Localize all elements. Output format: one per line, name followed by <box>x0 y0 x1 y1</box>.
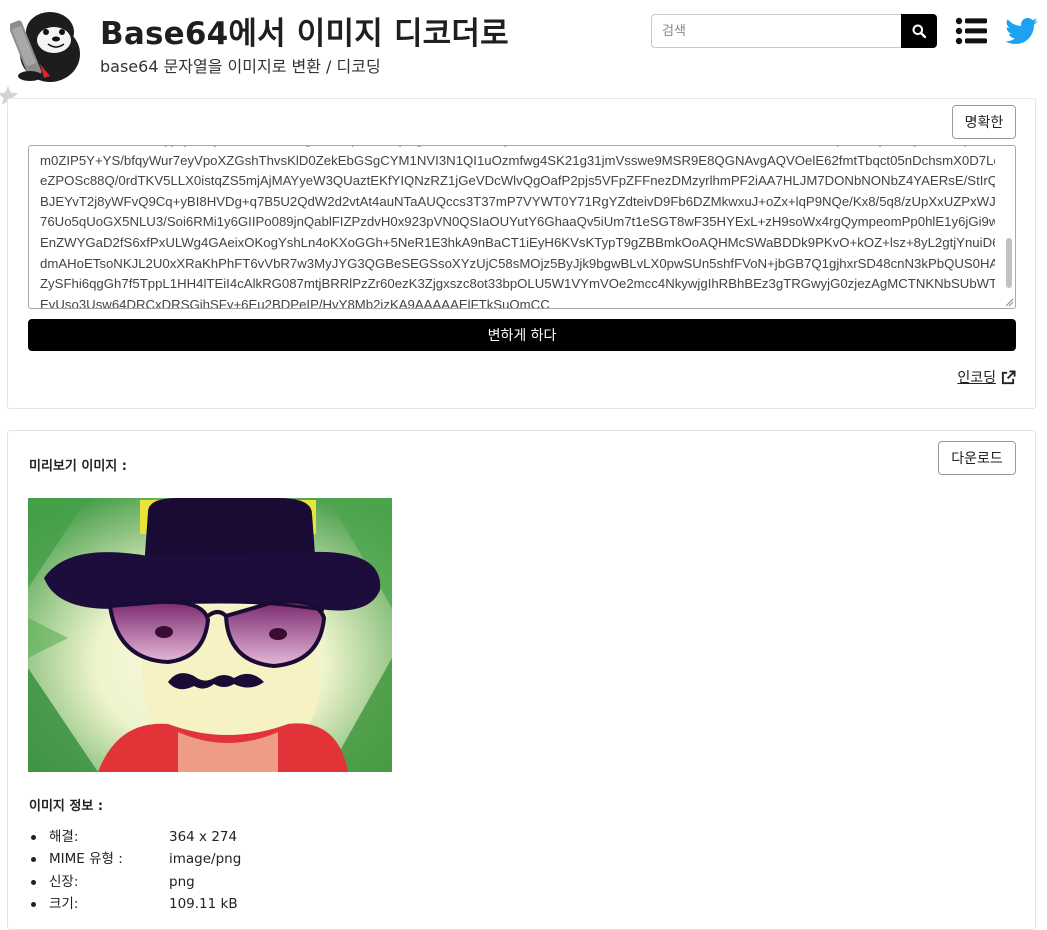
code-line: eZPOSc88Q/0rdTKV5LLX0istqZS5mjAjMAYyeW3Q… <box>40 173 995 189</box>
info-key: 신장: <box>49 873 79 890</box>
info-key: 크기: <box>49 895 79 912</box>
search-icon <box>912 24 926 38</box>
download-button[interactable]: 다운로드 <box>938 441 1016 475</box>
info-label: 이미지 정보 : <box>29 799 104 814</box>
code-line: sbZmb8oom+nawurnyyQtnAQvrJ1SvwnrAPngzw7W… <box>40 146 995 151</box>
external-link-icon <box>1001 369 1016 384</box>
code-line: m0ZIP5Y+YS/bfqyWur7eyVpoXZGshThvsKlD0Zek… <box>40 152 995 168</box>
twitter-icon <box>1005 18 1038 44</box>
info-value: png <box>169 873 195 890</box>
clear-button[interactable]: 명확한 <box>952 105 1016 139</box>
page-subtitle: base64 문자열을 이미지로 변환 / 디코딩 <box>100 57 381 76</box>
preview-label: 미리보기 이미지 : <box>29 459 127 474</box>
search-input[interactable] <box>651 14 903 48</box>
info-key: 해결: <box>49 829 79 845</box>
info-value: 109.11 kB <box>169 895 238 912</box>
encode-link-label: 인코딩 <box>957 370 996 386</box>
info-value: image/png <box>169 851 242 868</box>
list-item: 신장: png <box>29 871 241 893</box>
code-line: EvUso3Usw64DRCxDRSGihSFy+6Eu2BDPeIP/HyY8… <box>40 296 550 309</box>
menu-button[interactable] <box>955 16 989 46</box>
search-bar <box>651 14 937 48</box>
code-line: 76Uo5qUoGX5NLU3/Soi6RMi1y6GIIPo089jnQabl… <box>40 214 995 230</box>
preview-image <box>28 498 392 772</box>
list-item: MIME 유형 : image/png <box>29 848 241 870</box>
base64-textarea[interactable]: sbZmb8oom+nawurnyyQtnAQvrJ1SvwnrAPngzw7W… <box>28 145 1016 309</box>
page-title: Base64에서 이미지 디코더로 <box>100 16 509 52</box>
code-line: ZySFhi6qgGh7f5TppL1HH4lTEiI4cAlkRG087mtj… <box>40 276 995 292</box>
resize-grip-icon[interactable] <box>1005 298 1014 307</box>
site-header: Base64에서 이미지 디코더로 base64 문자열을 이미지로 변환 / … <box>0 0 1047 98</box>
encode-link[interactable]: 인코딩 <box>957 367 1016 387</box>
search-button[interactable] <box>901 14 937 48</box>
menu-icon <box>955 17 987 45</box>
list-item: 크기: 109.11 kB <box>29 893 241 915</box>
otter-logo-icon[interactable] <box>8 6 86 82</box>
info-list: 해결: 364 x 274 MIME 유형 : image/png 신장: png 크… <box>29 826 241 915</box>
decode-panel: 명확한 sbZmb8oom+nawurnyyQtnAQvrJ1SvwnrAPng… <box>7 98 1036 409</box>
code-line: BJEYvT2j8yWFvQ9Cq+yBI8HVDg+q7B5U2QdW2d2v… <box>40 193 995 209</box>
code-line: EnZWYGaD2fS6xfPxULWg4GAeixOKogYshLn4oKXo… <box>40 234 995 250</box>
list-item: 해결: 364 x 274 <box>29 826 241 848</box>
info-value: 364 x 274 <box>169 829 238 845</box>
convert-button[interactable]: 변하게 하다 <box>28 319 1016 351</box>
scrollbar-thumb[interactable] <box>1006 238 1012 288</box>
preview-panel: 미리보기 이미지 : 다운로드 이미지 정보: 해결: 364 x 274 M… <box>7 430 1036 930</box>
code-line: dmAHoETsoNKJL2U0xXRaKhPhFT6vVbR7w3MyJYG3… <box>40 255 995 271</box>
base64-text: sbZmb8oom+nawurnyyQtnAQvrJ1SvwnrAPngzw7W… <box>40 146 995 309</box>
info-key: MIME 유형 : <box>49 851 123 868</box>
twitter-button[interactable] <box>1005 14 1039 46</box>
